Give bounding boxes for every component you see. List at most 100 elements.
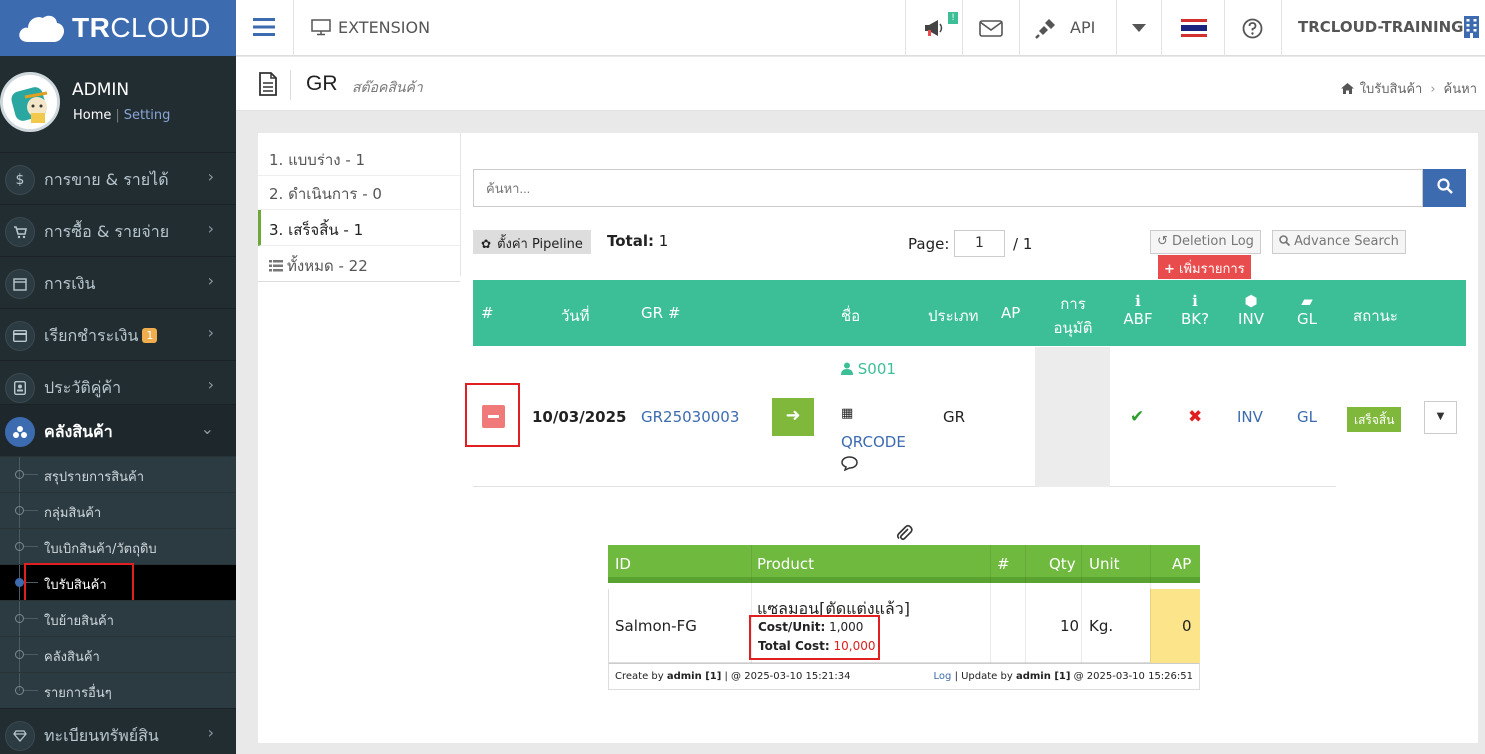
row-gr-number[interactable]: GR25030003 [641, 408, 739, 426]
row-contact-link[interactable]: S001 [841, 360, 896, 378]
add-item-button[interactable]: + เพิ่มรายการ [1158, 255, 1251, 279]
user-icon [841, 362, 853, 375]
pipeline-item-draft[interactable]: 1. แบบร่าง - 1 [258, 140, 460, 176]
table-header: # วันที่ GR # ชื่อ ประเภท AP การ อนุมัติ … [473, 280, 1466, 346]
column-approval: การ อนุมัติ [1053, 295, 1093, 337]
help-button[interactable] [1224, 0, 1281, 56]
api-dropdown-button[interactable] [1116, 0, 1161, 56]
row-inv-link[interactable]: INV [1237, 408, 1263, 426]
avatar[interactable] [0, 72, 60, 132]
row-approval-cell [1035, 347, 1110, 487]
dollar-icon: $ [5, 165, 35, 195]
bullet-icon [15, 578, 24, 587]
column-name[interactable]: ชื่อ [841, 304, 860, 328]
bullet-icon [15, 650, 24, 659]
column-bk: ℹ BK? [1180, 292, 1210, 328]
column-gr-no[interactable]: GR # [641, 304, 680, 322]
chevron-right-icon: › [207, 323, 214, 342]
page-header [236, 57, 1485, 111]
api-button[interactable]: API [1019, 0, 1116, 56]
column-status: สถานะ [1353, 307, 1398, 325]
user-links: Home | Setting [73, 108, 171, 123]
pipeline-settings-button[interactable]: ✿ ตั้งค่า Pipeline [473, 230, 591, 254]
sidebar-subitem-product-group[interactable]: กลุ่มสินค้า [0, 492, 236, 529]
plus-icon: + [1164, 262, 1175, 277]
company-button[interactable]: TRCLOUD-TRAINING [1281, 0, 1485, 56]
chevron-right-icon: › [207, 375, 214, 394]
sidebar-item-assets[interactable]: ทะเบียนทรัพย์สิน › [0, 708, 236, 754]
cross-icon: ✖ [1188, 407, 1203, 427]
home-link[interactable]: Home [73, 108, 111, 123]
breadcrumb-goods-receipt[interactable]: ใบรับสินค้า [1360, 82, 1423, 97]
language-button[interactable] [1161, 0, 1224, 56]
list-icon [269, 260, 283, 272]
book-icon: ▰ [1301, 292, 1313, 310]
row-actions-dropdown[interactable]: ▼ [1424, 401, 1457, 434]
sidebar-subitem-warehouse[interactable]: คลังสินค้า [0, 636, 236, 673]
sidebar-item-billing[interactable]: เรียกชำระเงิน 1 › [0, 308, 236, 360]
search-button[interactable] [1423, 169, 1466, 207]
sidebar-subitem-requisition[interactable]: ใบเบิกสินค้า/วัตถุดิบ [0, 528, 236, 565]
setting-link[interactable]: Setting [124, 108, 171, 123]
open-document-button[interactable]: ➜ [772, 398, 814, 436]
page-number-input[interactable]: 1 [954, 230, 1005, 257]
status-badge: เสร็จสิ้น [1347, 407, 1402, 432]
info-icon: ℹ [1192, 292, 1198, 310]
bullet-icon [15, 686, 24, 695]
collapse-row-button[interactable] [482, 405, 505, 428]
pipeline-item-in-progress[interactable]: 2. ดำเนินการ - 0 [258, 174, 460, 210]
pipeline-item-completed[interactable]: 3. เสร็จสิ้น - 1 [258, 210, 460, 246]
bullet-icon [15, 506, 24, 515]
sidebar-subitem-product-summary[interactable]: สรุปรายการสินค้า [0, 456, 236, 493]
boxes-icon [5, 417, 35, 447]
contact-book-icon [5, 373, 35, 403]
megaphone-icon [925, 20, 943, 36]
calendar-icon [5, 269, 35, 299]
detail-ap-value: 0 [1182, 617, 1192, 635]
pipeline-item-all[interactable]: ทั้งหมด - 22 [258, 246, 460, 282]
chevron-right-icon: › [207, 723, 214, 742]
search-icon [1279, 235, 1291, 247]
caret-down-icon [1132, 24, 1146, 32]
menu-toggle-button[interactable] [236, 0, 293, 56]
column-type[interactable]: ประเภท [928, 304, 979, 328]
card-icon [5, 321, 35, 351]
page-title: GR [306, 72, 338, 95]
envelope-icon [979, 20, 1003, 37]
mail-button[interactable] [962, 0, 1019, 56]
sidebar-subitem-transfer[interactable]: ใบย้ายสินค้า [0, 600, 236, 637]
detail-unit: Kg. [1089, 617, 1114, 635]
sidebar-item-sales[interactable]: $ การขาย & รายได้ › [0, 152, 236, 204]
sidebar-subitem-others[interactable]: รายการอื่นๆ [0, 672, 236, 708]
extension-button[interactable]: EXTENSION [293, 0, 448, 56]
paperclip-icon[interactable] [896, 524, 913, 541]
deletion-log-button[interactable]: ↺ Deletion Log [1150, 230, 1261, 254]
row-qrcode-link[interactable]: QRCODE [841, 433, 906, 451]
bullet-icon [15, 614, 24, 623]
column-index: # [481, 304, 494, 322]
sidebar-item-inventory[interactable]: คลังสินค้า ⌄ [0, 404, 236, 456]
comment-icon[interactable] [841, 456, 858, 475]
chevron-down-icon: ⌄ [200, 419, 214, 438]
document-icon [259, 72, 277, 96]
bullet-icon [15, 542, 24, 551]
page-label: Page: [908, 235, 950, 253]
advance-search-button[interactable]: Advance Search [1272, 230, 1406, 254]
highlight-box [749, 615, 880, 660]
sidebar-item-purchase[interactable]: การซื้อ & รายจ่าย › [0, 204, 236, 256]
column-date[interactable]: วันที่ [561, 304, 590, 328]
notifications-button[interactable]: ! [905, 0, 962, 56]
column-inv: ⬢ INV [1236, 292, 1266, 328]
bullet-icon [15, 470, 24, 479]
detail-qty: 10 [1060, 617, 1080, 635]
row-gl-link[interactable]: GL [1297, 408, 1317, 426]
qrcode-icon: ▦ [841, 406, 854, 421]
log-link[interactable]: Log [934, 671, 952, 682]
brand-logo[interactable]: TRCLOUD [0, 0, 236, 56]
search-input[interactable] [473, 169, 1423, 207]
caret-down-icon: ▼ [1436, 411, 1445, 422]
building-icon [1464, 16, 1479, 38]
monitor-icon [311, 19, 331, 36]
sidebar-item-finance[interactable]: การเงิน › [0, 256, 236, 308]
active-indicator [1477, 420, 1485, 436]
